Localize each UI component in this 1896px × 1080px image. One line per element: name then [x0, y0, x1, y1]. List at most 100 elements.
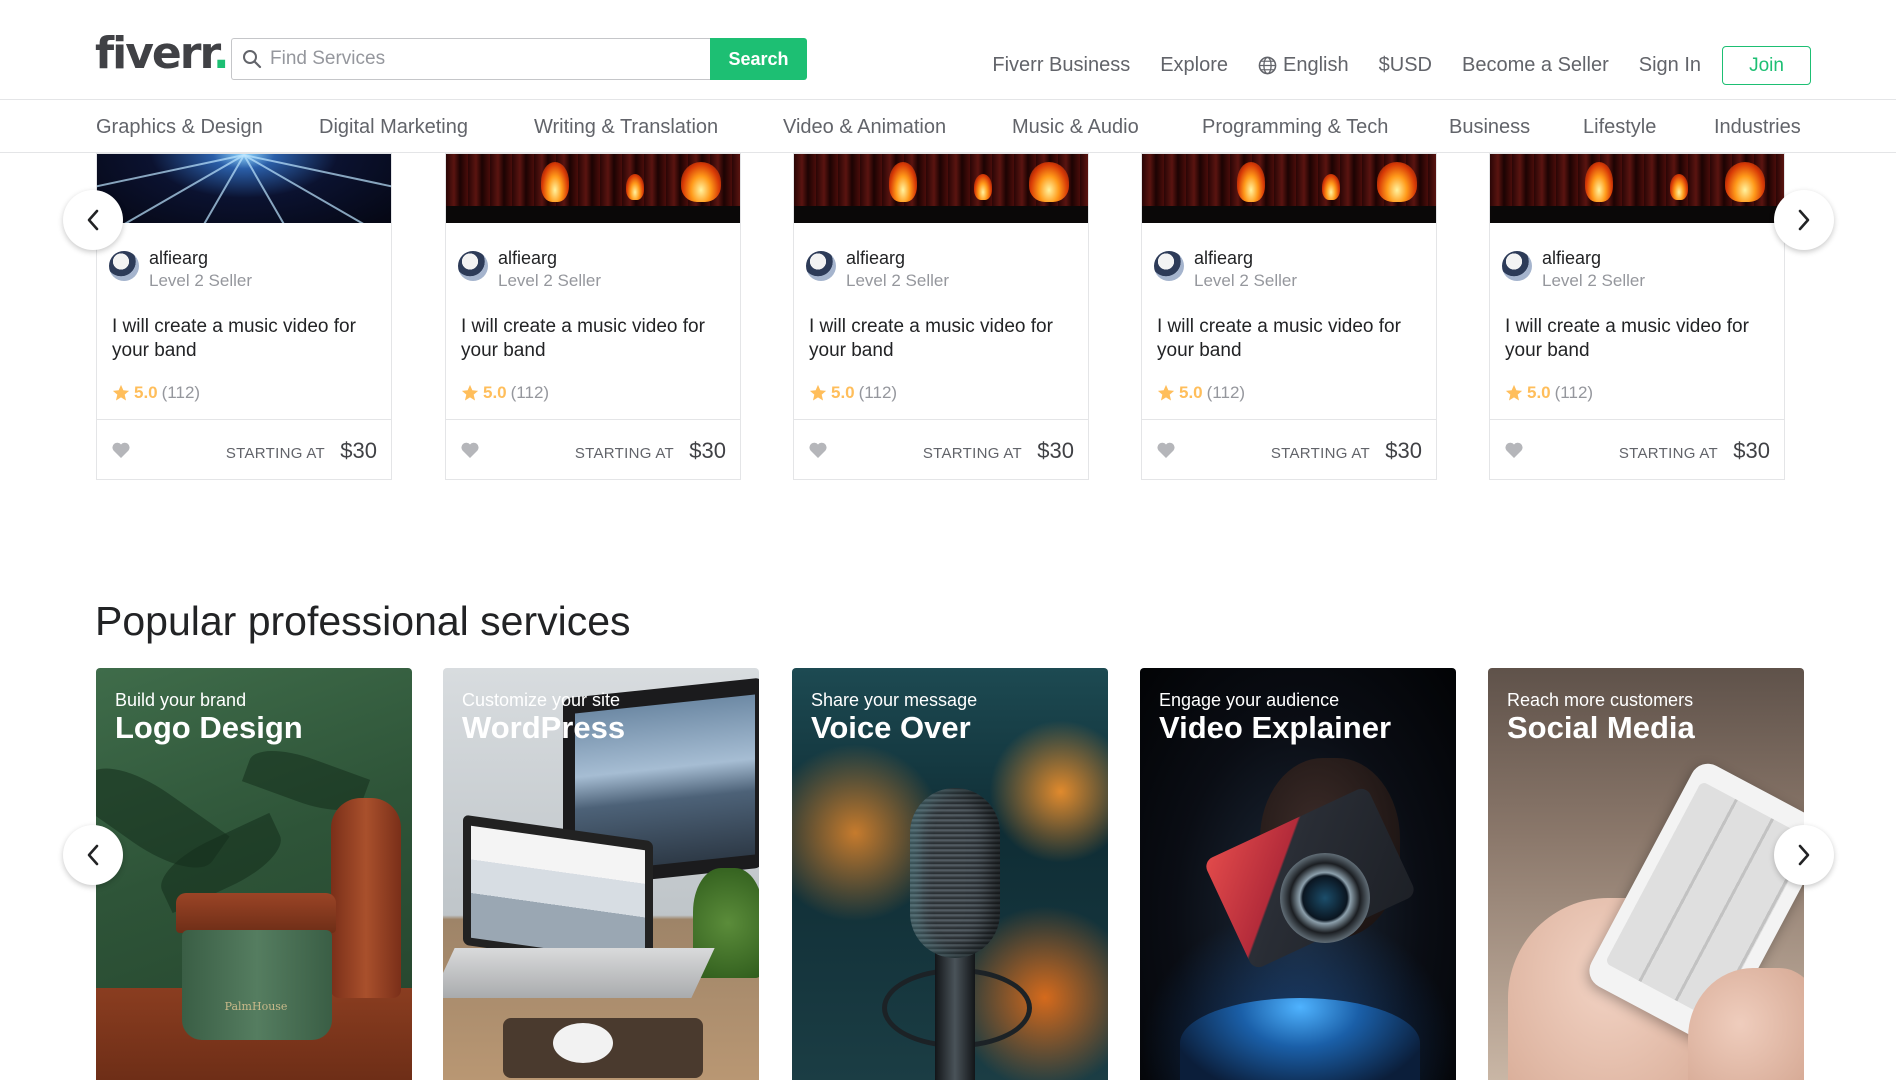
- services-carousel-next-button[interactable]: [1774, 825, 1834, 885]
- gig-price[interactable]: $30: [689, 438, 726, 464]
- category-music-audio[interactable]: Music & Audio: [1012, 116, 1139, 139]
- heart-icon[interactable]: [460, 440, 480, 460]
- chevron-right-icon: [1798, 209, 1810, 231]
- seller-level: Level 2 Seller: [149, 271, 253, 290]
- nav-fiverr-business[interactable]: Fiverr Business: [992, 54, 1130, 77]
- gig-price[interactable]: $30: [340, 438, 377, 464]
- gig-title[interactable]: I will create a music video for your ban…: [1505, 315, 1775, 363]
- chevron-right-icon: [1798, 844, 1810, 866]
- seller-level: Level 2 Seller: [1194, 271, 1298, 290]
- seller-info: alfiearg Level 2 Seller: [1502, 247, 1645, 293]
- gig-price[interactable]: $30: [1733, 438, 1770, 464]
- seller-name[interactable]: alfiearg: [1542, 247, 1645, 269]
- category-writing-translation[interactable]: Writing & Translation: [534, 116, 718, 139]
- category-lifestyle[interactable]: Lifestyle: [1583, 116, 1656, 139]
- avatar[interactable]: [1154, 251, 1184, 281]
- nav-sign-in[interactable]: Sign In: [1639, 54, 1701, 77]
- gig-title[interactable]: I will create a music video for your ban…: [809, 315, 1079, 363]
- rating-score: 5.0: [1527, 383, 1551, 402]
- search-button[interactable]: Search: [710, 38, 807, 80]
- category-graphics-design[interactable]: Graphics & Design: [96, 116, 263, 139]
- chevron-left-icon: [87, 844, 99, 866]
- starting-at-label: STARTING AT: [1618, 445, 1718, 462]
- gig-thumbnail[interactable]: [97, 154, 391, 223]
- heart-icon[interactable]: [1504, 440, 1524, 460]
- seller-name[interactable]: alfiearg: [1194, 247, 1297, 269]
- gig-card[interactable]: alfiearg Level 2 Seller I will create a …: [445, 153, 741, 480]
- starting-at-label: STARTING AT: [225, 445, 325, 462]
- nav-language[interactable]: English: [1258, 54, 1349, 77]
- gig-thumbnail[interactable]: [1142, 154, 1436, 223]
- avatar[interactable]: [1502, 251, 1532, 281]
- nav-currency[interactable]: $USD: [1379, 54, 1432, 77]
- heart-icon[interactable]: [808, 440, 828, 460]
- starting-at-label: STARTING AT: [1270, 445, 1370, 462]
- gig-card[interactable]: alfiearg Level 2 Seller I will create a …: [1141, 153, 1437, 480]
- rating-count: (112): [161, 383, 201, 402]
- service-card-logo-design[interactable]: PalmHouse Build your brand Logo Design: [96, 668, 412, 1080]
- seller-info: alfiearg Level 2 Seller: [806, 247, 949, 293]
- gig-card[interactable]: alfiearg Level 2 Seller I will create a …: [1489, 153, 1785, 480]
- rating-count: (112): [858, 383, 898, 402]
- gig-title[interactable]: I will create a music video for your ban…: [461, 315, 731, 363]
- seller-info: alfiearg Level 2 Seller: [458, 247, 601, 293]
- search-bar: Search: [231, 38, 807, 80]
- fiverr-logo[interactable]: fiverr.: [95, 28, 230, 80]
- star-icon: [809, 384, 827, 401]
- gig-thumbnail[interactable]: [446, 154, 740, 223]
- gig-rating: 5.0 (112): [1157, 383, 1245, 403]
- chevron-left-icon: [87, 209, 99, 231]
- category-digital-marketing[interactable]: Digital Marketing: [319, 116, 468, 139]
- service-name: Logo Design: [115, 710, 303, 745]
- service-subtitle: Reach more customers: [1507, 690, 1694, 710]
- rating-score: 5.0: [1179, 383, 1203, 402]
- globe-icon: [1258, 56, 1277, 75]
- gig-title[interactable]: I will create a music video for your ban…: [1157, 315, 1427, 363]
- rating-score: 5.0: [831, 383, 855, 402]
- gig-card[interactable]: alfiearg Level 2 Seller I will create a …: [96, 153, 392, 480]
- category-video-animation[interactable]: Video & Animation: [783, 116, 946, 139]
- avatar[interactable]: [806, 251, 836, 281]
- avatar[interactable]: [109, 251, 139, 281]
- service-card-voice-over[interactable]: Share your message Voice Over: [792, 668, 1108, 1080]
- service-card-wordpress[interactable]: Customize your site WordPress: [443, 668, 759, 1080]
- category-business[interactable]: Business: [1449, 116, 1530, 139]
- star-icon: [1505, 384, 1523, 401]
- gig-footer: STARTING AT $30: [1490, 419, 1784, 479]
- join-button[interactable]: Join: [1722, 46, 1811, 85]
- service-card-video-explainer[interactable]: Engage your audience Video Explainer: [1140, 668, 1456, 1080]
- gig-card[interactable]: alfiearg Level 2 Seller I will create a …: [793, 153, 1089, 480]
- top-nav: Fiverr Business Explore English $USD Bec…: [962, 46, 1811, 85]
- gig-price[interactable]: $30: [1385, 438, 1422, 464]
- search-field[interactable]: [231, 38, 710, 80]
- services-carousel-prev-button[interactable]: [63, 825, 123, 885]
- gig-thumbnail[interactable]: [1490, 154, 1784, 223]
- starting-at-label: STARTING AT: [922, 445, 1022, 462]
- rating-count: (112): [510, 383, 550, 402]
- category-industries[interactable]: Industries: [1714, 116, 1801, 139]
- nav-explore[interactable]: Explore: [1160, 54, 1228, 77]
- category-bar: Graphics & Design Digital Marketing Writ…: [0, 100, 1896, 153]
- seller-name[interactable]: alfiearg: [498, 247, 601, 269]
- search-input[interactable]: [270, 48, 710, 70]
- service-subtitle: Share your message: [811, 690, 978, 710]
- avatar[interactable]: [458, 251, 488, 281]
- gig-carousel-prev-button[interactable]: [63, 190, 123, 250]
- starting-at-label: STARTING AT: [574, 445, 674, 462]
- palmhouse-brand-label: PalmHouse: [224, 1000, 288, 1013]
- gig-title[interactable]: I will create a music video for your ban…: [112, 315, 382, 363]
- category-programming-tech[interactable]: Programming & Tech: [1202, 116, 1388, 139]
- service-name: Social Media: [1507, 710, 1695, 745]
- gig-carousel-next-button[interactable]: [1774, 190, 1834, 250]
- heart-icon[interactable]: [1156, 440, 1176, 460]
- service-card-social-media[interactable]: Reach more customers Social Media: [1488, 668, 1804, 1080]
- seller-name[interactable]: alfiearg: [846, 247, 949, 269]
- seller-info: alfiearg Level 2 Seller: [1154, 247, 1297, 293]
- seller-name[interactable]: alfiearg: [149, 247, 252, 269]
- gig-price[interactable]: $30: [1037, 438, 1074, 464]
- service-subtitle: Build your brand: [115, 690, 247, 710]
- nav-become-seller[interactable]: Become a Seller: [1462, 54, 1609, 77]
- gig-footer: STARTING AT $30: [1142, 419, 1436, 479]
- gig-thumbnail[interactable]: [794, 154, 1088, 223]
- heart-icon[interactable]: [111, 440, 131, 460]
